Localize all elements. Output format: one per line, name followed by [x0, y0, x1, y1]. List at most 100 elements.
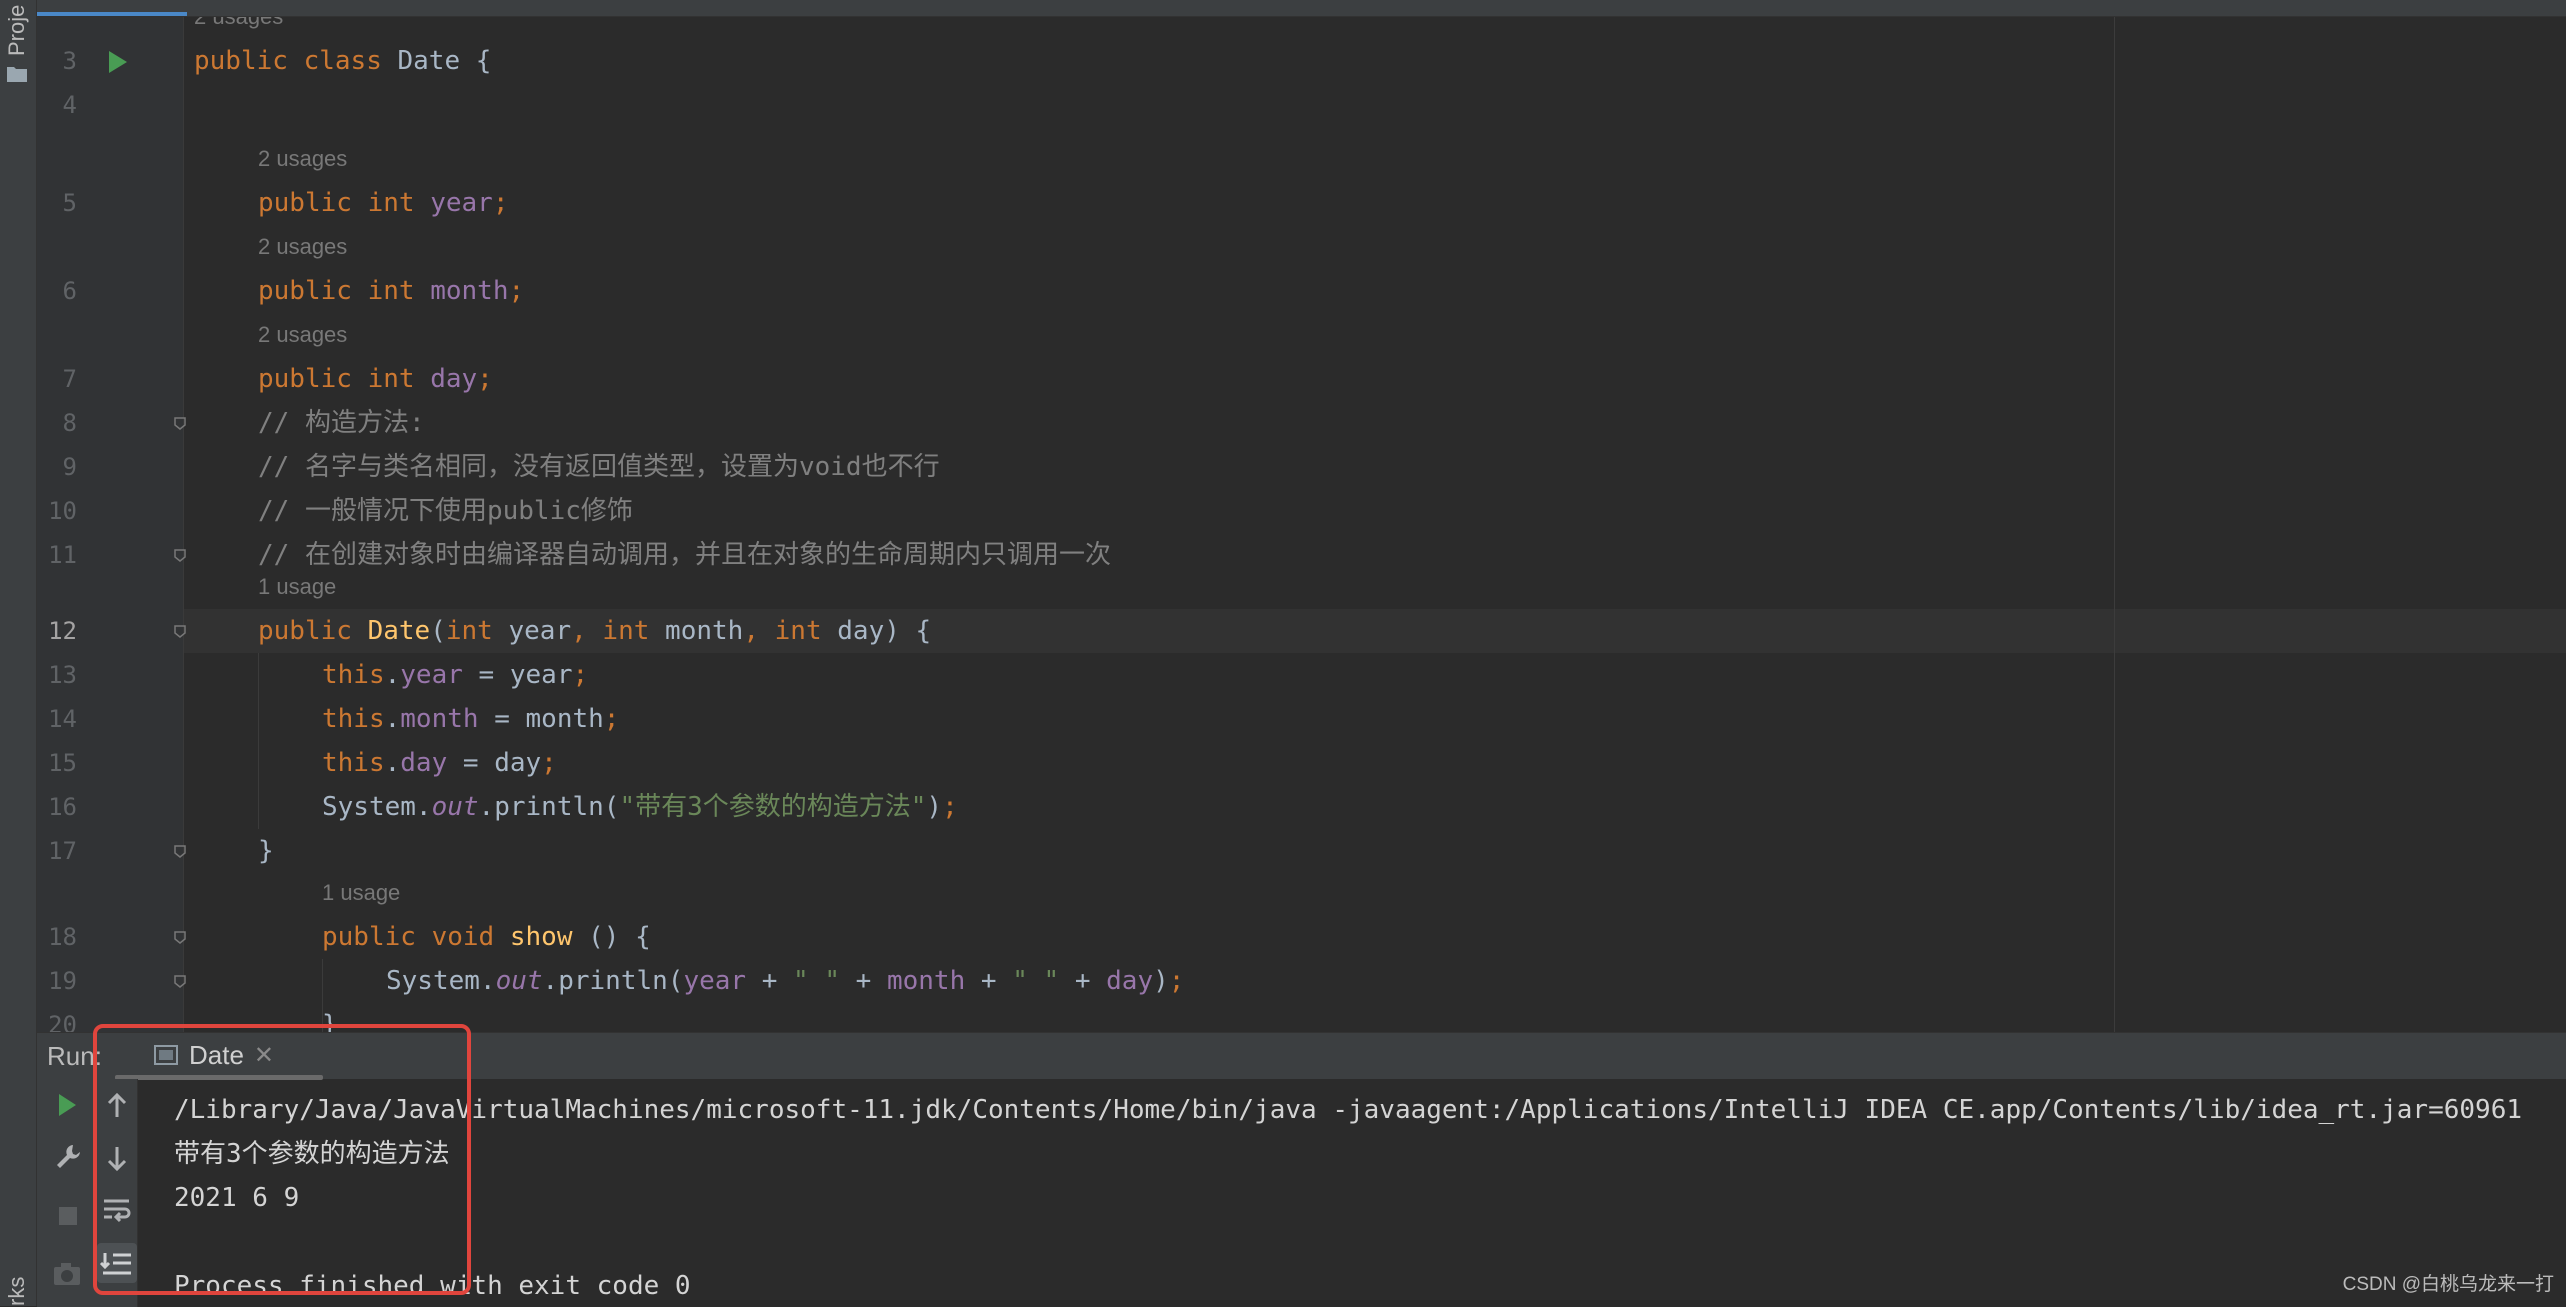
code-token: Date {	[397, 46, 492, 76]
rerun-icon[interactable]	[55, 1091, 79, 1119]
code-line: this.day = day;	[322, 741, 557, 785]
code-token: int	[367, 188, 431, 218]
code-token: .	[384, 704, 401, 734]
code-token: ;	[492, 188, 509, 218]
code-token: year	[430, 188, 493, 218]
code-line: public class Date {	[194, 39, 491, 83]
usage-hint[interactable]: 2 usages	[258, 313, 347, 357]
console-output[interactable]: /Library/Java/JavaVirtualMachines/micros…	[174, 1088, 2566, 1307]
wrench-icon[interactable]	[53, 1141, 83, 1171]
line-number: 9	[62, 453, 77, 481]
code-token: " "	[1012, 966, 1060, 996]
code-token: ;	[942, 792, 958, 822]
code-token: int	[367, 276, 431, 306]
line-number: 3	[62, 47, 77, 75]
code-token: }	[258, 836, 274, 866]
code-token: out	[431, 792, 479, 822]
project-tool-button[interactable]: Proje	[4, 5, 30, 56]
run-class-icon[interactable]	[109, 51, 127, 73]
line-number: 18	[48, 923, 77, 951]
code-editor[interactable]: 2 usages public class Date { public int y…	[37, 17, 2566, 1032]
code-token: ,	[571, 616, 603, 646]
usage-hint[interactable]: 1 usage	[258, 565, 336, 609]
code-line: this.month = month;	[322, 697, 619, 741]
code-token: .	[384, 748, 401, 778]
code-token: public	[258, 276, 368, 306]
code-token: ;	[541, 748, 557, 778]
code-token: ,	[743, 616, 775, 646]
code-token: // 构造方法:	[258, 408, 425, 438]
code-token: int	[774, 616, 838, 646]
code-line: this.year = year;	[322, 653, 588, 697]
fold-marker-icon[interactable]	[173, 416, 187, 430]
code-token: Date	[367, 616, 431, 646]
fold-marker-icon[interactable]	[173, 930, 187, 944]
fold-marker-icon[interactable]	[173, 548, 187, 562]
code-token: this	[322, 660, 385, 690]
line-number: 4	[62, 91, 77, 119]
code-token: month	[665, 616, 744, 646]
code-line: public int year;	[258, 181, 508, 225]
usage-hint[interactable]: 2 usages	[194, 17, 283, 39]
code-token: +	[840, 966, 887, 996]
code-token: public	[258, 616, 368, 646]
code-token: System.	[386, 966, 496, 996]
code-token: void	[431, 922, 510, 952]
code-token: this	[322, 748, 385, 778]
line-number: 15	[48, 749, 77, 777]
right-margin-guide	[2114, 17, 2115, 1032]
code-line: // 在创建对象时由编译器自动调用，并且在对象的生命周期内只调用一次	[258, 533, 1111, 577]
folder-icon	[7, 67, 27, 82]
code-line: public int month;	[258, 269, 524, 313]
code-token: = year	[462, 660, 573, 690]
code-line: }	[258, 829, 274, 873]
line-number: 8	[62, 409, 77, 437]
line-number: 10	[48, 497, 77, 525]
fold-marker-icon[interactable]	[173, 624, 187, 638]
code-token: day) {	[837, 616, 932, 646]
code-token: )	[1153, 966, 1169, 996]
code-token: (	[430, 616, 446, 646]
usage-hint[interactable]: 2 usages	[258, 225, 347, 269]
code-token: ;	[603, 704, 620, 734]
code-token: class	[303, 46, 398, 76]
code-line: public Date(int year, int month, int day…	[258, 609, 931, 653]
line-number: 13	[48, 661, 77, 689]
code-line: System.out.println(year + " " + month + …	[386, 959, 1184, 1003]
usage-hint[interactable]: 1 usage	[322, 871, 400, 915]
stop-icon[interactable]	[53, 1201, 83, 1231]
code-token: // 在创建对象时由编译器自动调用，并且在对象的生命周期内只调用一次	[258, 540, 1111, 570]
code-token: .	[384, 660, 401, 690]
code-token: +	[746, 966, 794, 996]
code-token: int	[367, 364, 431, 394]
code-token: ;	[477, 364, 493, 394]
indent-guide	[322, 959, 323, 1032]
bookmarks-tool-button[interactable]: rks	[4, 1277, 30, 1306]
console-line: /Library/Java/JavaVirtualMachines/micros…	[174, 1095, 2522, 1125]
code-token: month	[400, 704, 479, 734]
line-number: 16	[48, 793, 77, 821]
camera-icon[interactable]	[51, 1259, 83, 1289]
code-token: day	[1106, 966, 1154, 996]
code-token: int	[445, 616, 509, 646]
indent-guide	[258, 653, 259, 829]
code-token: ;	[1168, 966, 1185, 996]
fold-marker-icon[interactable]	[173, 844, 187, 858]
watermark: CSDN @白桃乌龙来一打	[2342, 1274, 2554, 1295]
code-token: () {	[572, 922, 651, 952]
code-token: month	[430, 276, 509, 306]
code-token: = day	[447, 748, 542, 778]
line-number: 5	[62, 189, 77, 217]
left-tool-strip: Proje rks	[0, 0, 37, 1306]
active-tab-indicator[interactable]	[37, 12, 187, 16]
fold-marker-icon[interactable]	[173, 974, 187, 988]
code-token: .println(	[478, 792, 620, 822]
usage-hint[interactable]: 2 usages	[258, 137, 347, 181]
code-token: show	[509, 922, 573, 952]
line-number: 12	[48, 617, 77, 645]
code-line: // 一般情况下使用public修饰	[258, 489, 633, 533]
code-token: // 一般情况下使用public修饰	[258, 496, 633, 526]
code-token: year	[683, 966, 747, 996]
code-token: ;	[572, 660, 589, 690]
code-line: public int day;	[258, 357, 493, 401]
